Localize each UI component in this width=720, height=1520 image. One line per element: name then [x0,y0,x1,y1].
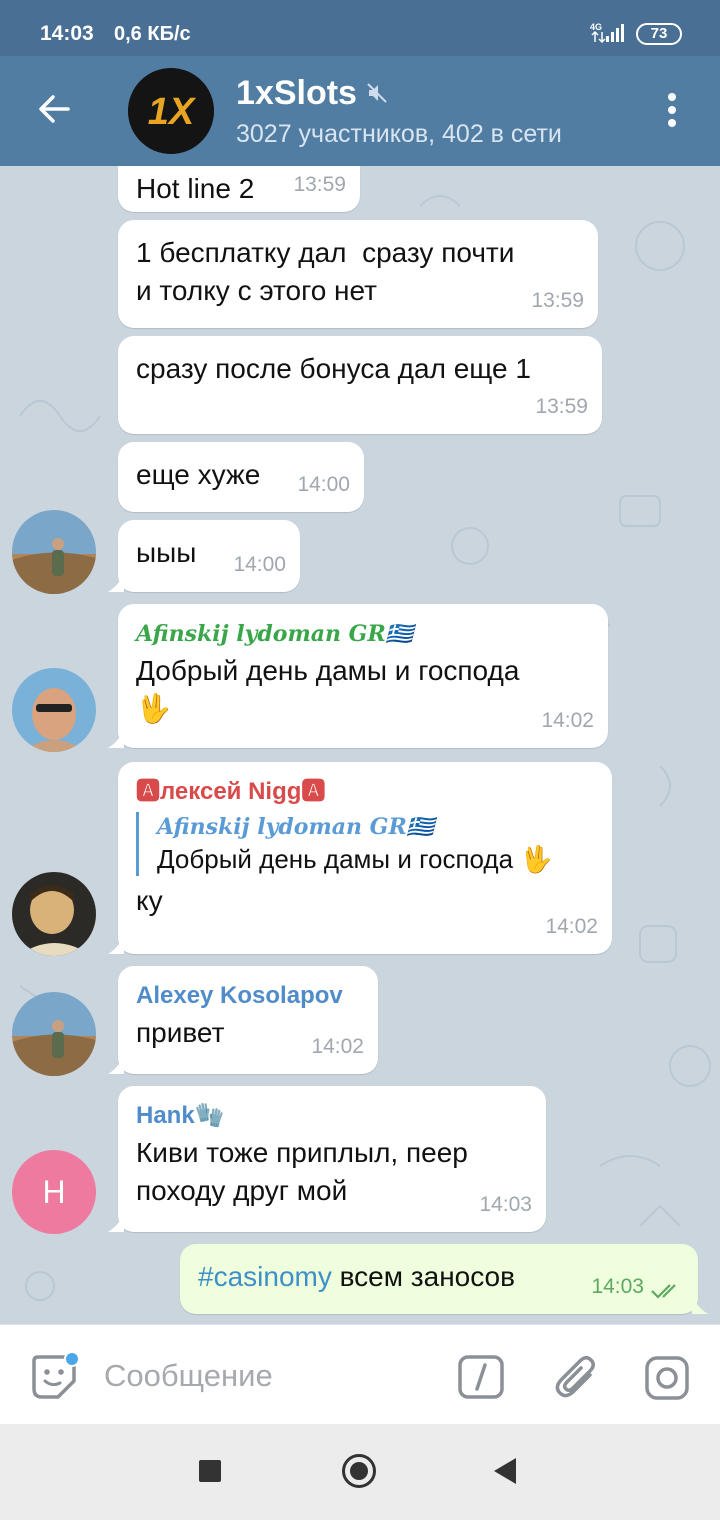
message-bubble[interactable]: Hot line 2 13:59 [118,166,360,212]
back-triangle-icon[interactable] [494,1458,516,1484]
message-time: 13:59 [535,395,588,418]
hashtag-link[interactable]: #casinomy [198,1261,332,1292]
message-bubble[interactable]: сразу после бонуса дал еще 1 13:59 [118,336,602,434]
message-text: Hot line 2 [136,173,255,204]
message-input[interactable] [104,1355,434,1397]
chat-avatar[interactable]: 1X [128,68,214,154]
bot-commands-icon[interactable] [458,1355,504,1399]
sender-name[interactable]: Hank🧤 [136,1100,528,1132]
sender-name[interactable]: Alexey Kosolapov [136,980,360,1012]
paperclip-icon[interactable] [554,1353,598,1401]
message-bubble[interactable]: Alexey Kosolapov привет 14:02 [108,966,378,1074]
reply-quote[interactable]: Afinskij lydoman GR🇬🇷 Добрый день дамы и… [136,812,594,876]
message-time: 13:59 [531,289,584,312]
avatar-photo-icon [12,510,96,594]
notification-dot [64,1351,80,1367]
battery-indicator: 73 [636,23,682,45]
1x-logo-icon: 1X [128,68,214,154]
chat-subtitle: 3027 участников, 402 в сети [236,120,562,148]
message-bubble[interactable]: 🅰лексей Nigg🅰 Afinskij lydoman GR🇬🇷 Добр… [108,762,612,954]
logo-text: 1X [148,91,197,133]
message-bubble[interactable]: ыыы 14:00 [108,520,300,592]
user-avatar[interactable] [12,510,96,594]
status-network-speed: 0,6 КБ/с [114,23,191,45]
message-text: 1 бесплатку дал сразу почти и толку с эт… [136,237,515,306]
avatar-photo-icon [12,668,96,752]
message-time: 14:00 [233,553,286,576]
message-bubble[interactable]: 1 бесплатку дал сразу почти и толку с эт… [118,220,598,328]
reply-text: Добрый день дамы и господа 🖖 [157,844,553,874]
chat-title[interactable]: 1xSlots [236,74,357,113]
sender-name[interactable]: Afinskij lydoman GR🇬🇷 [136,618,590,650]
message-time: 14:03 [591,1275,644,1298]
chat-header: 1X 1xSlots 3027 участников, 402 в сети [0,56,720,166]
avatar-photo-icon [12,872,96,956]
message-time: 14:03 [479,1193,532,1216]
system-navigation-bar [0,1424,720,1520]
chat-messages-area[interactable]: Hot line 2 13:59 1 бесплатку дал сразу п… [0,166,720,1324]
message-input-bar [0,1324,720,1424]
message-text: ку [136,885,163,916]
bubble-tail [692,1296,708,1314]
message-text: Добрый день дамы и господа 🖖 [136,655,520,724]
reply-sender-name: Afinskij lydoman GR🇬🇷 [157,814,435,840]
user-avatar[interactable] [12,668,96,752]
bubble-tail [108,574,124,592]
user-avatar[interactable]: H [12,1150,96,1234]
camera-icon[interactable] [644,1355,690,1401]
network-type-label: 4G [590,22,602,32]
bubble-tail [108,1214,124,1232]
bubble-tail [108,936,124,954]
signal-icon: 4G [590,22,624,44]
sender-name[interactable]: 🅰лексей Nigg🅰 [136,776,594,808]
outgoing-message-bubble[interactable]: #casinomy всем заносов 14:03 [180,1244,708,1314]
bubble-tail [108,730,124,748]
message-text: привет [136,1017,225,1048]
message-text: всем заносов [331,1261,515,1292]
user-avatar[interactable] [12,992,96,1076]
message-text: Киви тоже приплыл, пеер походу друг мой [136,1137,468,1206]
message-bubble[interactable]: еще хуже 14:00 [118,442,364,512]
message-time: 14:00 [297,473,350,496]
message-time: 13:59 [293,173,346,196]
status-bar: 14:03 0,6 КБ/с 4G 73 [0,0,720,56]
home-icon[interactable] [342,1454,376,1488]
bubble-tail [108,1056,124,1074]
message-text: еще хуже [136,459,261,490]
muted-speaker-icon [367,83,387,103]
message-time: 14:02 [541,709,594,732]
message-text: ыыы [136,537,197,568]
avatar-photo-icon [12,992,96,1076]
status-time: 14:03 [40,22,94,45]
recent-apps-icon[interactable] [199,1460,221,1482]
message-time: 14:02 [545,915,598,938]
more-menu-icon[interactable] [660,90,684,132]
user-avatar[interactable] [12,872,96,956]
message-bubble[interactable]: Hank🧤 Киви тоже приплыл, пеер походу дру… [108,1086,546,1232]
back-arrow-icon[interactable] [34,88,76,130]
message-text: сразу после бонуса дал еще 1 [136,353,531,384]
message-time: 14:02 [311,1035,364,1058]
double-check-icon [651,1284,676,1299]
message-bubble[interactable]: Afinskij lydoman GR🇬🇷 Добрый день дамы и… [108,604,608,748]
